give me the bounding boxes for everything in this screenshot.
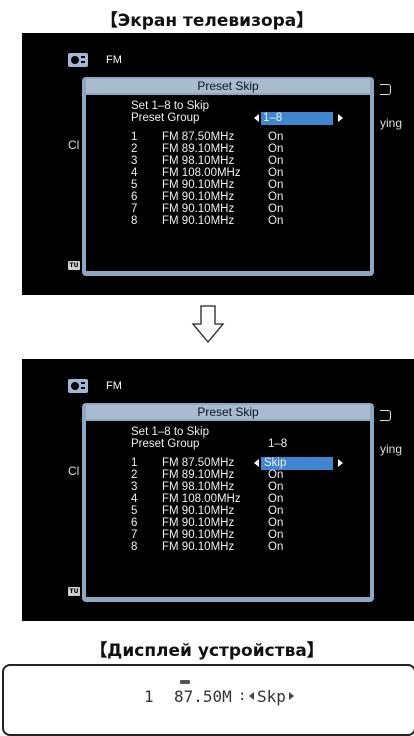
preset-status: On [268, 131, 284, 143]
preset-number: 1 [131, 457, 138, 469]
preset-frequency: FM 90.10MHz [162, 215, 235, 227]
preset-frequency: FM 90.10MHz [162, 191, 235, 203]
preset-frequency: FM 98.10MHz [162, 155, 235, 167]
preset-group-value: 1–8 [263, 112, 283, 124]
preset-frequency: FM 89.10MHz [162, 469, 235, 481]
preset-frequency: FM 90.10MHz [162, 541, 235, 553]
display-frequency: 87.50M [174, 687, 232, 706]
preset-frequency: FM 90.10MHz [162, 529, 235, 541]
background-text-left: Cl [68, 138, 80, 152]
lcd-left-arrow-icon [249, 692, 254, 700]
preset-number: 6 [131, 517, 138, 529]
background-bracket [380, 84, 391, 95]
preset-frequency: FM 98.10MHz [162, 481, 235, 493]
preset-status: On [268, 481, 284, 493]
background-text-left: Cl [68, 464, 80, 478]
preset-status: On [268, 143, 284, 155]
tv-screen-after: FM ying Cl TU Preset Skip Set 1–8 to Ski… [22, 359, 414, 621]
preset-number: 4 [131, 167, 138, 179]
preset-number: 3 [131, 481, 138, 493]
preset-status: Skip [264, 457, 287, 469]
preset-status: On [268, 541, 284, 553]
display-preset-number: 1 [144, 687, 154, 706]
source-label: FM [106, 380, 122, 392]
background-text-right: ying [380, 116, 403, 130]
preset-status: On [268, 179, 284, 191]
colon-separator: : [238, 688, 247, 704]
radio-icon [68, 53, 88, 67]
preset-frequency: FM 90.10MHz [162, 203, 235, 215]
tuner-badge: TU [68, 587, 80, 596]
left-arrow-icon[interactable] [254, 459, 259, 467]
background-text-right: ying [380, 442, 403, 456]
tv-screen-heading: 【Экран телевизора】 [100, 11, 314, 31]
preset-frequency: FM 87.50MHz [162, 131, 235, 143]
lcd-right-arrow-icon [289, 692, 294, 700]
menu-description: Set 1–8 to Skip [131, 100, 209, 112]
menu-description: Set 1–8 to Skip [131, 426, 209, 438]
radio-icon [68, 379, 88, 393]
preset-status: On [268, 167, 284, 179]
preset-frequency: FM 90.10MHz [162, 179, 235, 191]
source-label: FM [106, 54, 122, 66]
preset-number: 8 [131, 541, 138, 553]
preset-frequency: FM 90.10MHz [162, 505, 235, 517]
preset-status: On [268, 215, 284, 227]
preset-status: On [268, 505, 284, 517]
preset-number: 2 [131, 143, 138, 155]
device-display-heading: 【Дисплей устройства】 [90, 641, 324, 661]
preset-number: 7 [131, 203, 138, 215]
preset-group-label: Preset Group [131, 438, 200, 450]
preset-group-value[interactable]: 1–8 [268, 438, 287, 450]
preset-status: On [268, 493, 284, 505]
background-bracket [380, 410, 391, 421]
tuned-indicator-icon [180, 680, 190, 684]
preset-skip-menu: Preset Skip Set 1–8 to Skip Preset Group… [82, 403, 374, 602]
preset-status: On [268, 469, 284, 481]
preset-number: 7 [131, 529, 138, 541]
preset-frequency: FM 108.00MHz [162, 167, 241, 179]
right-arrow-icon[interactable] [338, 459, 343, 467]
menu-title: Preset Skip [86, 79, 370, 93]
device-display-panel: 1 87.50M : Skp [2, 664, 414, 736]
preset-number: 6 [131, 191, 138, 203]
preset-frequency: FM 90.10MHz [162, 517, 235, 529]
preset-status: On [268, 517, 284, 529]
preset-number: 5 [131, 179, 138, 191]
preset-number: 3 [131, 155, 138, 167]
preset-frequency: FM 87.50MHz [162, 457, 235, 469]
left-arrow-icon[interactable] [254, 114, 259, 122]
preset-status: On [268, 529, 284, 541]
preset-skip-menu: Preset Skip Set 1–8 to Skip Preset Group… [82, 77, 374, 276]
preset-group-label: Preset Group [131, 112, 200, 124]
display-status: Skp [257, 687, 286, 706]
right-arrow-icon[interactable] [338, 114, 343, 122]
preset-number: 2 [131, 469, 138, 481]
tuner-badge: TU [68, 261, 80, 270]
preset-status: On [268, 191, 284, 203]
tv-screen-before: FM ying Cl TU Preset Skip Set 1–8 to Ski… [22, 33, 414, 295]
preset-number: 1 [131, 131, 138, 143]
menu-title: Preset Skip [86, 405, 370, 419]
down-arrow-icon [191, 305, 225, 344]
preset-number: 5 [131, 505, 138, 517]
preset-status: On [268, 155, 284, 167]
preset-frequency: FM 108.00MHz [162, 493, 241, 505]
preset-number: 8 [131, 215, 138, 227]
preset-status: On [268, 203, 284, 215]
preset-number: 4 [131, 493, 138, 505]
preset-frequency: FM 89.10MHz [162, 143, 235, 155]
